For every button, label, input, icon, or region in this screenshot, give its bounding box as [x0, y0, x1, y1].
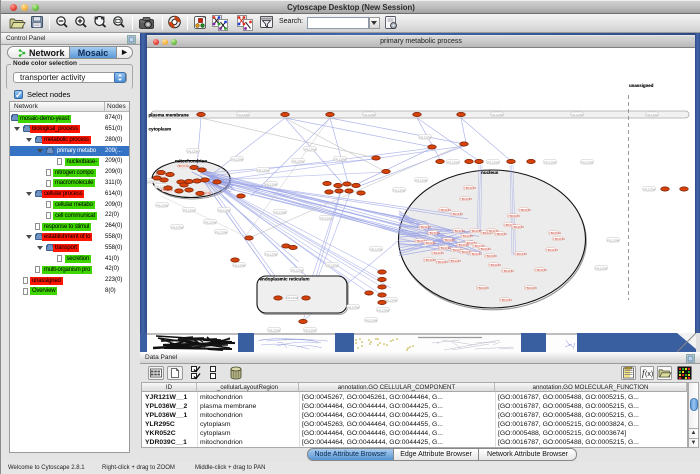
svg-text:YKL120W: YKL120W: [320, 216, 333, 220]
svg-text:YBR115C: YBR115C: [535, 268, 547, 272]
svg-text:YBR115C: YBR115C: [479, 247, 491, 251]
svg-text:YBR115C: YBR115C: [500, 298, 512, 302]
svg-text:YBR115C: YBR115C: [502, 269, 514, 273]
svg-text:YKL120W: YKL120W: [257, 168, 270, 172]
svg-text:YBR115C: YBR115C: [449, 259, 461, 263]
svg-text:YKL120W: YKL120W: [204, 220, 217, 224]
svg-text:YBR115C: YBR115C: [508, 214, 520, 218]
svg-text:YKL120W: YKL120W: [487, 160, 500, 164]
svg-text:YKL120W: YKL120W: [218, 208, 231, 212]
svg-text:YKL120W: YKL120W: [304, 147, 317, 151]
svg-text:YKL120W: YKL120W: [291, 268, 304, 272]
svg-text:YKL120W: YKL120W: [363, 113, 376, 117]
svg-text:YKL120W: YKL120W: [571, 113, 584, 117]
svg-text:YKL120W: YKL120W: [187, 149, 200, 153]
svg-text:YKL120W: YKL120W: [365, 318, 378, 322]
svg-text:YBR115C: YBR115C: [432, 251, 444, 255]
svg-text:YBR115C: YBR115C: [546, 248, 558, 252]
svg-text:YBR115C: YBR115C: [419, 225, 431, 229]
svg-text:YKL120W: YKL120W: [595, 266, 608, 270]
svg-text:YBR115C: YBR115C: [470, 252, 482, 256]
svg-text:YKL120W: YKL120W: [393, 188, 406, 192]
svg-text:YKL120W: YKL120W: [347, 305, 360, 309]
svg-text:YKL120W: YKL120W: [183, 208, 196, 212]
svg-text:YKL120W: YKL120W: [292, 159, 305, 163]
svg-text:YBR115C: YBR115C: [439, 246, 451, 250]
svg-text:YBR115C: YBR115C: [451, 212, 463, 216]
svg-text:YKL120W: YKL120W: [265, 182, 278, 186]
svg-text:YKL120W: YKL120W: [274, 210, 287, 214]
svg-text:endoplasmic reticulum: endoplasmic reticulum: [260, 277, 310, 282]
svg-text:YBR115C: YBR115C: [443, 238, 455, 242]
svg-text:YBR115C: YBR115C: [464, 186, 476, 190]
svg-text:YBR115C: YBR115C: [461, 234, 473, 238]
svg-text:YBR115C: YBR115C: [549, 231, 561, 235]
svg-text:YKL120W: YKL120W: [334, 157, 347, 161]
svg-text:YKL120W: YKL120W: [237, 113, 250, 117]
svg-text:YBR115C: YBR115C: [485, 254, 497, 258]
svg-text:YBR115C: YBR115C: [457, 243, 469, 247]
svg-text:YKL120W: YKL120W: [544, 160, 557, 164]
svg-text:YKL120W: YKL120W: [419, 135, 432, 139]
svg-text:YBR115C: YBR115C: [553, 237, 565, 241]
svg-text:cytoplasm: cytoplasm: [149, 127, 172, 132]
svg-text:YKL120W: YKL120W: [233, 263, 246, 267]
svg-text:YKL120W: YKL120W: [171, 225, 184, 229]
svg-text:YKL120W: YKL120W: [304, 328, 317, 332]
svg-text:YKL120W: YKL120W: [447, 160, 460, 164]
svg-text:YBR115C: YBR115C: [495, 232, 507, 236]
svg-text:YKL120W: YKL120W: [581, 160, 594, 164]
svg-text:YKL120W: YKL120W: [286, 296, 299, 300]
svg-text:YBR115C: YBR115C: [489, 263, 501, 267]
svg-text:YBR115C: YBR115C: [424, 241, 436, 245]
svg-text:YBR115C: YBR115C: [436, 260, 448, 264]
svg-text:YKL120W: YKL120W: [643, 187, 656, 191]
svg-text:YKL120W: YKL120W: [385, 298, 398, 302]
svg-text:YKL120W: YKL120W: [231, 157, 244, 161]
svg-text:mitochondrion: mitochondrion: [175, 159, 207, 164]
svg-text:YBR115C: YBR115C: [519, 208, 531, 212]
svg-text:(x): (x): [645, 371, 653, 378]
svg-text:YBR115C: YBR115C: [428, 231, 440, 235]
svg-text:YKL120W: YKL120W: [156, 203, 169, 207]
svg-text:YKL120W: YKL120W: [646, 113, 659, 117]
svg-text:YKL120W: YKL120W: [607, 238, 620, 242]
svg-text:YBR115C: YBR115C: [460, 197, 472, 201]
svg-text:YBR115C: YBR115C: [525, 286, 537, 290]
svg-text:YKL120W: YKL120W: [215, 230, 228, 234]
svg-text:unassigned: unassigned: [629, 83, 654, 88]
svg-text:YBR115C: YBR115C: [177, 164, 189, 168]
svg-text:nucleus: nucleus: [481, 170, 499, 175]
svg-text:YKL120W: YKL120W: [370, 247, 383, 251]
svg-text:YBR115C: YBR115C: [439, 208, 451, 212]
svg-text:YKL120W: YKL120W: [326, 263, 339, 267]
svg-text:YBR115C: YBR115C: [512, 225, 524, 229]
svg-text:YBR115C: YBR115C: [477, 286, 489, 290]
svg-text:YKL120W: YKL120W: [147, 179, 155, 183]
svg-text:YKL120W: YKL120W: [491, 113, 504, 117]
svg-text:YKL120W: YKL120W: [268, 328, 281, 332]
svg-text:YBR115C: YBR115C: [515, 252, 527, 256]
svg-text:plasma membrane: plasma membrane: [149, 113, 190, 118]
svg-text:YKL120W: YKL120W: [415, 178, 428, 182]
svg-text:YKL120W: YKL120W: [265, 252, 278, 256]
svg-text:YBR115C: YBR115C: [453, 229, 465, 233]
svg-text:YBR115C: YBR115C: [424, 258, 436, 262]
svg-text:YKL120W: YKL120W: [377, 308, 390, 312]
